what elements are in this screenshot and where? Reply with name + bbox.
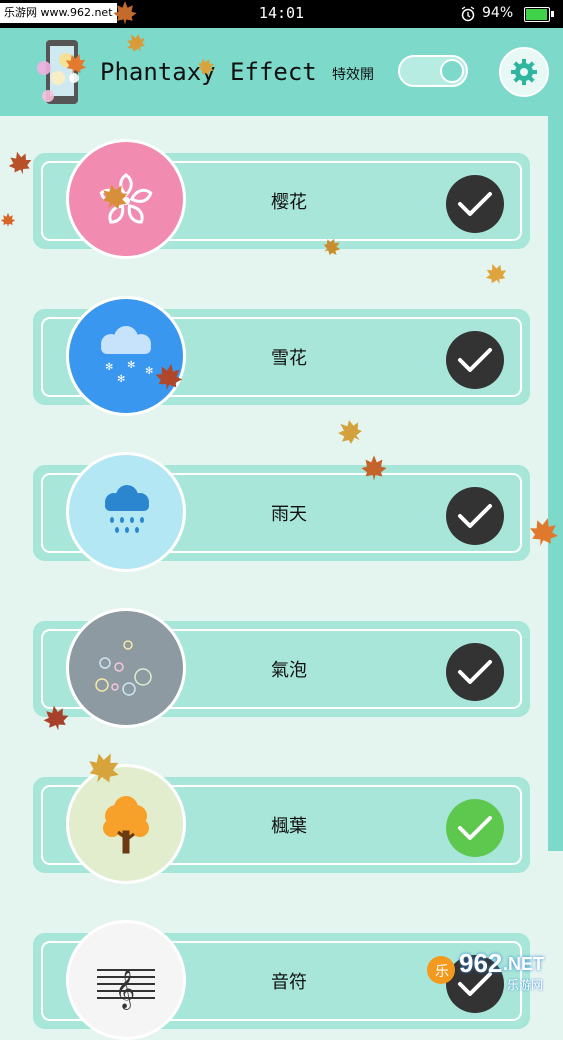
effect-label: 雨天	[271, 504, 307, 525]
check-button[interactable]	[446, 175, 504, 233]
maple-tree-icon	[66, 764, 186, 884]
watermark-brand: 962	[459, 948, 503, 978]
check-button[interactable]	[446, 487, 504, 545]
rain-cloud-icon	[66, 452, 186, 572]
status-bar: 乐游网 www.962.net 14:01 94%	[0, 0, 563, 28]
svg-text:乐: 乐	[435, 964, 449, 980]
maple-leaf-icon	[43, 705, 69, 731]
alarm-icon	[461, 6, 475, 22]
svg-text:✻: ✻	[117, 374, 125, 385]
maple-leaf-icon	[102, 184, 128, 210]
bubbles-icon	[66, 608, 186, 728]
effects-toggle-label: 特效開	[332, 67, 374, 83]
svg-text:✻: ✻	[127, 360, 135, 371]
checkmark-icon	[458, 504, 492, 528]
maple-leaf-icon	[89, 753, 119, 783]
effect-label: 氣泡	[271, 660, 307, 681]
checkmark-icon	[458, 816, 492, 840]
svg-text:𝄞: 𝄞	[115, 969, 135, 1010]
maple-leaf-icon	[197, 58, 215, 76]
checkmark-icon	[458, 192, 492, 216]
maple-leaf-icon	[65, 53, 87, 75]
check-button[interactable]	[446, 799, 504, 857]
watermark-suffix: .NET	[503, 954, 545, 974]
effects-list: 樱花 雪花 ✻ ✻ ✻ ✻ 雨天 氣泡 楓葉 音符 𝄞	[0, 116, 563, 1040]
check-button[interactable]	[446, 643, 504, 701]
checkmark-icon	[458, 348, 492, 372]
checkmark-icon	[458, 660, 492, 684]
battery-icon	[524, 7, 554, 22]
clock: 14:01	[258, 4, 305, 22]
maple-leaf-icon	[485, 263, 507, 285]
maple-leaf-icon	[155, 363, 183, 391]
music-staff-icon: 𝄞	[66, 920, 186, 1040]
svg-text:✻: ✻	[105, 362, 113, 373]
settings-button[interactable]	[499, 47, 549, 97]
scrollbar[interactable]	[548, 116, 563, 851]
effect-label: 雪花	[271, 348, 307, 369]
toggle-knob	[440, 59, 464, 83]
effect-label: 楓葉	[271, 816, 307, 837]
effect-label: 樱花	[271, 192, 307, 213]
maple-leaf-icon	[113, 1, 137, 25]
maple-leaf-icon	[126, 33, 146, 53]
maple-leaf-icon	[361, 455, 387, 481]
effect-label: 音符	[271, 972, 307, 993]
site-watermark: 乐 962 .NET 乐游网	[425, 944, 557, 996]
battery-percent: 94%	[482, 5, 514, 21]
gear-icon	[511, 59, 537, 85]
check-button[interactable]	[446, 331, 504, 389]
maple-leaf-icon	[323, 238, 341, 256]
maple-leaf-icon	[338, 420, 362, 444]
maple-leaf-icon	[530, 518, 558, 546]
maple-leaf-icon	[8, 151, 32, 175]
watermark-caption: 乐游网	[507, 978, 544, 992]
effects-toggle[interactable]	[398, 55, 468, 87]
maple-leaf-icon	[0, 212, 16, 228]
snow-cloud-icon: ✻ ✻ ✻ ✻	[66, 296, 186, 416]
